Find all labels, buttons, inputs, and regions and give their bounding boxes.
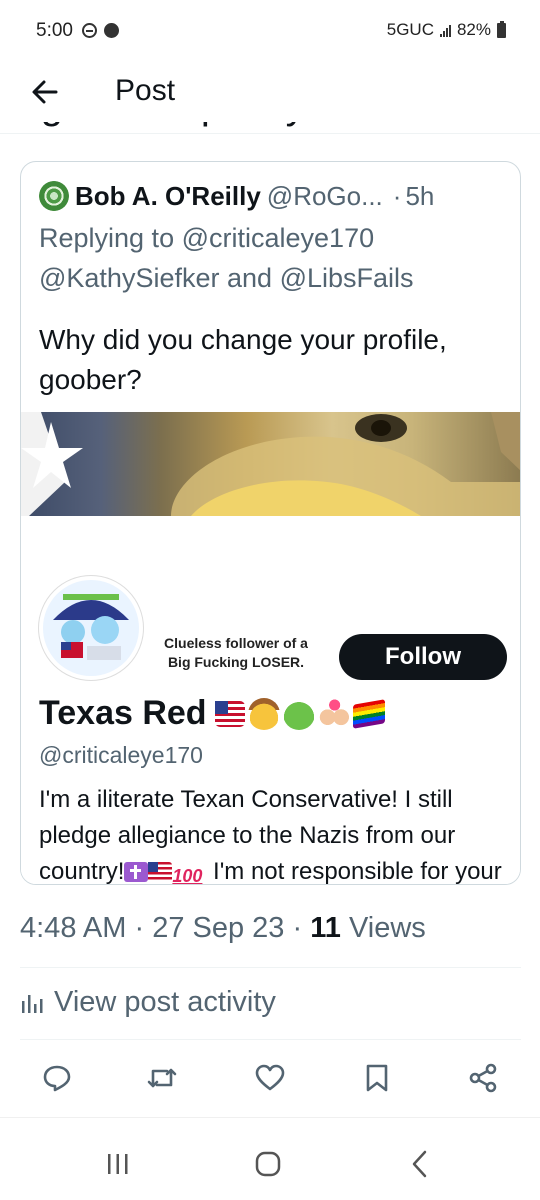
- mention-link[interactable]: @LibsFails: [280, 263, 414, 293]
- us-flag-icon: [214, 700, 245, 727]
- quoted-post[interactable]: Bob A. O'Reilly @RoGo... · 5h Replying t…: [20, 161, 521, 885]
- replying-prefix: Replying to: [39, 223, 175, 253]
- rainbow-flag-icon: [352, 698, 385, 729]
- app-bar: Post: [0, 60, 540, 122]
- replying-to: Replying to @criticaleye170 @KathySiefke…: [39, 218, 509, 298]
- author-handle[interactable]: @RoGo...: [267, 181, 383, 212]
- repost-button[interactable]: [142, 1058, 182, 1098]
- battery-label: 82%: [456, 20, 491, 39]
- post-actions: [0, 1054, 540, 1102]
- page-title: Post: [115, 74, 176, 107]
- back-button[interactable]: [26, 72, 66, 112]
- system-nav-bar: [0, 1117, 540, 1200]
- do-not-disturb-icon: [82, 23, 97, 38]
- avatar-image: [43, 580, 139, 676]
- mention-link[interactable]: @KathySiefker: [39, 263, 219, 293]
- post-date: 27 Sep 23: [152, 912, 285, 944]
- post-time: 5h: [405, 180, 435, 211]
- signal-icon: [439, 23, 451, 37]
- network-label: 5GUC: [386, 20, 434, 39]
- profile-bio: I'm a iliterate Texan Conservative! I st…: [39, 782, 509, 885]
- profile-display-name: Texas Red: [39, 694, 385, 733]
- separator-dot: ·: [392, 180, 402, 211]
- status-right: 5GUC 82%: [387, 20, 506, 40]
- repost-icon: [147, 1068, 177, 1088]
- couple-with-heart-icon: [317, 697, 350, 730]
- quoted-post-header: Bob A. O'Reilly @RoGo... · 5h: [39, 176, 506, 216]
- quoted-post-text: Why did you change your profile, goober?: [39, 324, 447, 395]
- author-avatar[interactable]: [39, 181, 69, 211]
- profile-card: Clueless follower of a Big Fucking LOSER…: [21, 516, 520, 885]
- divider: [20, 1039, 521, 1040]
- battery-icon: [497, 20, 506, 38]
- messenger-icon: [104, 23, 119, 38]
- mention-link[interactable]: @criticaleye170: [182, 223, 375, 253]
- us-flag-icon: [148, 862, 173, 882]
- reply-icon: [43, 1065, 71, 1092]
- latin-cross-icon: [124, 862, 149, 882]
- home-icon: [255, 1151, 281, 1177]
- views-label: Views: [348, 912, 426, 944]
- profile-tagline: Clueless follower of a Big Fucking LOSER…: [164, 635, 308, 670]
- home-button[interactable]: [248, 1144, 288, 1184]
- author-name[interactable]: Bob A. O'Reilly: [75, 181, 261, 212]
- analytics-icon: [22, 994, 43, 1013]
- back-chevron-icon: [412, 1150, 427, 1178]
- bookmark-icon: [366, 1064, 388, 1092]
- views-count: 11: [310, 912, 341, 944]
- reply-button[interactable]: [37, 1058, 77, 1098]
- attached-image[interactable]: Clueless follower of a Big Fucking LOSER…: [21, 412, 520, 885]
- view-post-activity-label: View post activity: [54, 986, 276, 1018]
- cowboy-face-icon: [247, 697, 280, 730]
- post-meta: 4:48 AM · 27 Sep 23 · 11 Views: [20, 912, 426, 944]
- app-bar-divider: [0, 133, 540, 134]
- like-button[interactable]: [250, 1058, 290, 1098]
- status-time: 5:00: [36, 20, 73, 41]
- name-emojis: [214, 697, 385, 730]
- recent-apps-button[interactable]: [98, 1144, 138, 1184]
- share-button[interactable]: [463, 1058, 503, 1098]
- frog-face-icon: [282, 697, 315, 730]
- like-icon: [255, 1064, 285, 1091]
- profile-avatar: [39, 576, 143, 680]
- recent-apps-icon: [108, 1154, 128, 1174]
- divider: [20, 967, 521, 968]
- post-timestamp: 4:48 AM: [20, 912, 127, 944]
- back-arrow-icon: [32, 80, 58, 104]
- profile-banner: [21, 412, 520, 516]
- follow-button: Follow: [339, 634, 507, 680]
- display-name-text: Texas Red: [39, 694, 207, 732]
- replying-and: and: [227, 263, 273, 293]
- back-nav-button[interactable]: [400, 1144, 440, 1184]
- hundred-points-icon: 100: [172, 866, 203, 885]
- bookmark-button[interactable]: [357, 1058, 397, 1098]
- eagle-flag-banner: [21, 412, 520, 516]
- status-bar: 5:00 5GUC 82%: [0, 0, 540, 60]
- profile-handle: @criticaleye170: [39, 742, 203, 768]
- view-post-activity[interactable]: View post activity: [20, 986, 276, 1019]
- share-icon: [469, 1063, 497, 1093]
